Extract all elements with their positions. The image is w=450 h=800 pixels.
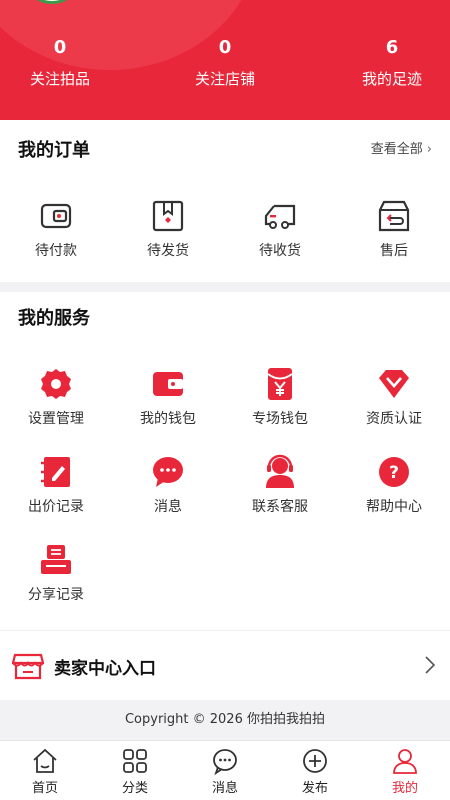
service-bid-history[interactable]: 出价记录: [0, 454, 112, 516]
service-label: 设置管理: [28, 411, 84, 427]
grid-icon: [123, 749, 147, 773]
customer-service-icon: [266, 454, 294, 488]
service-label: 我的钱包: [140, 411, 196, 427]
package-icon: [152, 200, 184, 232]
service-share-history[interactable]: 分享记录: [0, 542, 112, 604]
plus-circle-icon: [303, 749, 327, 773]
return-box-icon: [378, 200, 410, 232]
service-settings[interactable]: 设置管理: [0, 366, 112, 428]
diamond-icon: [379, 370, 409, 398]
services-card: 我的服务 设置管理 我的钱包 专场钱包 资质认证 出价记录 消息 联系客服 ? …: [0, 292, 450, 630]
service-messages[interactable]: 消息: [112, 454, 224, 516]
truck-icon: [264, 204, 296, 229]
section-title-services: 我的服务: [18, 308, 90, 329]
notebook-icon: [41, 457, 70, 487]
tab-label: 分类: [121, 781, 148, 796]
tab-label: 发布: [301, 781, 328, 796]
stat-label: 我的足迹: [361, 70, 422, 88]
wallet-icon: [40, 203, 72, 229]
tab-messages[interactable]: 消息: [180, 747, 270, 796]
copyright-text: Copyright © 2026 你拍拍我拍拍: [0, 700, 450, 740]
tab-home[interactable]: 首页: [0, 747, 90, 796]
printer-icon: [41, 545, 71, 574]
tab-categories[interactable]: 分类: [90, 747, 180, 796]
settings-icon: [41, 369, 71, 399]
service-label: 消息: [154, 499, 182, 515]
orders-card: 我的订单 查看全部 › 待付款 待发货 待收货 售后: [0, 120, 450, 282]
service-help-center[interactable]: ? 帮助中心: [338, 454, 450, 516]
store-icon: [12, 653, 44, 680]
order-label: 待发货: [147, 243, 189, 259]
stat-label: 关注店铺: [194, 70, 255, 88]
service-label: 出价记录: [28, 499, 84, 515]
home-icon: [33, 748, 57, 773]
svg-text:?: ?: [389, 463, 399, 483]
service-qualification[interactable]: 资质认证: [338, 366, 450, 428]
tab-label: 首页: [31, 781, 58, 796]
yen-envelope-icon: [267, 368, 293, 400]
section-title-orders: 我的订单: [18, 140, 90, 161]
person-icon: [393, 749, 417, 774]
order-label: 待付款: [35, 243, 77, 259]
order-pending-payment[interactable]: 待付款: [0, 198, 112, 260]
service-label: 帮助中心: [366, 499, 422, 515]
profile-header: 0 关注拍品 0 关注店铺 6 我的足迹: [0, 0, 450, 120]
stat-followed-items[interactable]: 0 关注拍品: [0, 36, 120, 89]
tab-label: 我的: [391, 781, 418, 796]
help-icon: ?: [379, 457, 409, 487]
chevron-right-icon: ›: [426, 142, 432, 157]
stat-followed-shops[interactable]: 0 关注店铺: [165, 36, 285, 89]
view-all-orders-link[interactable]: 查看全部 ›: [371, 138, 432, 157]
stat-footprints[interactable]: 6 我的足迹: [332, 36, 450, 89]
stat-label: 关注拍品: [29, 70, 90, 88]
seller-center-label: 卖家中心入口: [54, 659, 156, 679]
view-all-label: 查看全部: [370, 142, 423, 157]
stat-value: 0: [53, 37, 67, 58]
service-label: 专场钱包: [252, 411, 308, 427]
order-pending-receipt[interactable]: 待收货: [224, 198, 336, 260]
service-event-wallet[interactable]: 专场钱包: [224, 366, 336, 428]
service-label: 分享记录: [28, 587, 84, 603]
order-label: 待收货: [259, 243, 301, 259]
bottom-tab-bar: 首页 分类 消息 发布 我的: [0, 740, 450, 800]
seller-center-entry[interactable]: 卖家中心入口: [0, 630, 450, 700]
tab-me[interactable]: 我的: [360, 747, 450, 796]
chevron-right-icon: [425, 656, 436, 674]
order-label: 售后: [380, 243, 408, 259]
tab-publish[interactable]: 发布: [270, 747, 360, 796]
tab-label: 消息: [211, 781, 238, 796]
stat-value: 6: [385, 37, 399, 58]
service-my-wallet[interactable]: 我的钱包: [112, 366, 224, 428]
wallet-icon: [153, 372, 183, 396]
message-icon: [213, 749, 237, 775]
service-label: 联系客服: [252, 499, 308, 515]
service-customer-support[interactable]: 联系客服: [224, 454, 336, 516]
order-pending-shipment[interactable]: 待发货: [112, 198, 224, 260]
chat-bubble-icon: [153, 457, 183, 487]
service-label: 资质认证: [366, 411, 422, 427]
stat-value: 0: [218, 37, 232, 58]
order-after-sales[interactable]: 售后: [338, 198, 450, 260]
